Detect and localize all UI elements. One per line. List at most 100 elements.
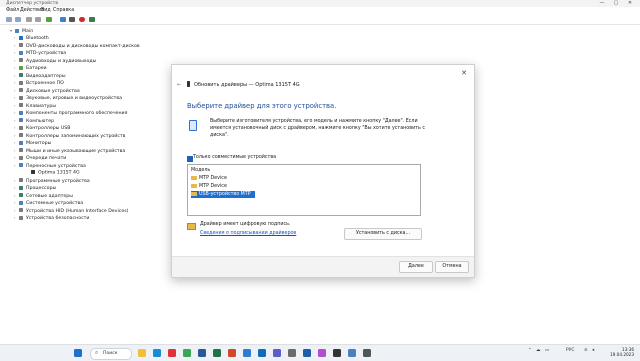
disable-icon[interactable] [69,17,75,22]
tree-category-item[interactable]: › Устройства HID (Human Interface Devices… [14,208,129,214]
toolbar [0,15,640,25]
photos-icon[interactable] [318,349,326,357]
tree-category-item[interactable]: › Батареи [14,65,47,71]
properties-icon[interactable] [26,17,32,22]
clock-date: 19.04.2023 [610,352,634,357]
device-category-icon [19,215,23,220]
tree-item-label: Очереди печати [26,156,67,161]
device-category-icon [19,185,23,190]
device-manager-icon[interactable] [348,349,356,357]
menu-view[interactable]: Вид [41,8,51,13]
terminal-icon[interactable] [333,349,341,357]
powerpoint-icon[interactable] [228,349,236,357]
mail-icon[interactable] [258,349,266,357]
menu-help[interactable]: Справка [53,8,74,13]
device-category-icon [31,170,35,174]
start-button[interactable] [74,349,82,357]
tree-item-label: Аудиовходы и аудиовыходы [26,58,97,64]
dialog-heading: Выберите драйвер для этого устройства. [187,102,337,110]
menu-file[interactable]: Файл [6,8,19,13]
compatible-label: Только совместимые устройства [193,155,277,160]
cancel-button[interactable]: Отмена [435,261,469,273]
dialog-close-button[interactable]: ✕ [461,69,467,77]
minimize-button[interactable]: — [596,0,608,7]
tree-category-item[interactable]: › Дисковые устройства [14,88,80,94]
tree-category-item[interactable]: › MTD-устройства [14,50,66,56]
tree-category-item[interactable]: › Программные устройства [14,178,90,184]
device-category-icon [19,88,23,92]
settings-icon[interactable] [288,349,296,357]
tree-category-item[interactable]: › Компьютер [14,118,54,124]
list-item[interactable]: MTP Device [191,175,227,182]
tree-category-item[interactable]: › Мыши и иные указывающие устройства [14,148,125,154]
tree-category-item[interactable]: › Звуковые, игровые и видеоустройства [14,95,122,101]
cloud-icon[interactable]: ☁ [536,348,540,353]
tree-item-label: Системные устройства [26,201,84,206]
menu-bar: Файл Действие Вид Справка [0,7,640,15]
tree-category-item[interactable]: › Контроллеры USB [14,125,71,131]
tree-category-item[interactable]: › Процессоры [14,185,56,191]
model-listbox[interactable]: Модель MTP Device MTP Device USB-устройс… [187,164,421,216]
tree-category-item[interactable]: › Сетевые адаптеры [14,193,73,199]
signing-info-link[interactable]: Сведения о подписывании драйверов [200,231,296,236]
device-category-icon [19,125,23,130]
excel-icon[interactable] [213,349,221,357]
chrome-icon[interactable] [183,349,191,357]
tree-category-item[interactable]: › DVD-дисководы и дисководы компакт-диско… [14,43,140,49]
tree-category-item[interactable]: › Видеоадаптеры [14,73,66,79]
teams-icon[interactable] [273,349,281,357]
tree-category-item[interactable]: › Встроенное ПО [14,80,64,86]
update-driver-icon[interactable] [46,17,52,22]
list-item-selected[interactable]: USB-устройство MTP [191,191,255,198]
tree-category-item[interactable]: › Bluetooth [14,35,49,41]
edge-icon[interactable] [153,349,161,357]
tree-category-item[interactable]: › Мониторы [14,140,51,146]
window-title: Диспетчер устройств [6,1,59,6]
scan-icon[interactable] [60,17,66,22]
device-category-icon [19,80,23,85]
install-from-disk-button[interactable]: Установить с диска... [344,228,422,240]
list-item[interactable]: MTP Device [191,183,227,190]
tree-category-item[interactable]: › Аудиовходы и аудиовыходы [14,58,96,64]
tree-root[interactable]: ▾ Main [10,28,33,34]
device-icon [189,120,197,131]
camera-icon[interactable] [363,349,371,357]
device-category-icon [19,155,23,160]
file-explorer-icon[interactable] [138,349,146,357]
maximize-button[interactable]: ▢ [610,0,622,7]
tree-item-label: Optima 1315T 4G [38,170,80,176]
store-icon[interactable] [243,349,251,357]
tree-item-label: Переносные устройства [26,163,86,169]
tree-category-item[interactable]: › Очереди печати [14,155,66,161]
tree-category-item[interactable]: › Компоненты программного обеспечения [14,110,127,116]
tree-category-item[interactable]: › Устройства безопасности [14,215,89,221]
word-icon[interactable] [198,349,206,357]
tree-category-item[interactable]: › Контроллеры запоминающих устройств [14,133,125,139]
wifi-icon[interactable]: ≋ [584,348,588,353]
next-button[interactable]: Далее [399,261,433,273]
opera-icon[interactable] [168,349,176,357]
back-icon[interactable] [6,17,12,22]
virtualbox-icon[interactable] [303,349,311,357]
device-category-icon [19,50,23,55]
tray-chevron-icon[interactable]: ⌃ [528,348,532,353]
tree-device-item[interactable]: Optima 1315T 4G [26,170,80,176]
system-clock[interactable]: 13:36 19.04.2023 [610,347,634,357]
volume-icon[interactable]: ◂ [592,348,594,353]
tree-category-item[interactable]: › Системные устройства [14,200,83,206]
dialog-title: Обновить драйверы — Optima 1315T 4G [194,82,300,88]
tree-category-item[interactable]: › Клавиатуры [14,103,56,109]
cast-icon[interactable]: ▭ [545,348,549,353]
tree-category-item[interactable]: › Переносные устройства [14,163,86,169]
device-category-icon [19,193,23,197]
back-arrow-icon[interactable]: ← [177,82,181,88]
folder-icon [191,183,197,188]
download-icon[interactable] [89,17,95,22]
close-window-button[interactable]: ✕ [624,0,636,7]
help-icon[interactable] [35,17,41,22]
forward-icon[interactable] [15,17,21,22]
device-category-icon [19,178,23,182]
language-indicator[interactable]: РУС [566,348,574,353]
taskbar-search[interactable]: ⌕ Поиск [90,348,132,360]
uninstall-icon[interactable] [79,17,85,22]
